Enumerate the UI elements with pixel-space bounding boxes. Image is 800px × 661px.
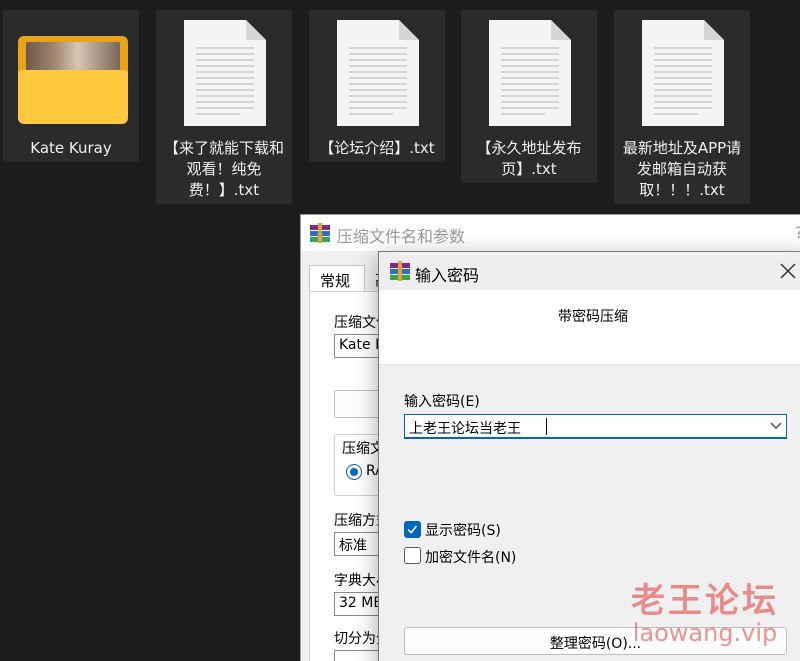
encrypt-filenames-checkbox[interactable] bbox=[404, 547, 421, 564]
close-icon bbox=[780, 263, 796, 279]
show-password-checkbox[interactable] bbox=[404, 521, 421, 538]
text-caret bbox=[546, 418, 547, 435]
file-name: Kate Kuray bbox=[30, 139, 112, 157]
folder-icon bbox=[3, 10, 139, 128]
password-dialog-title: 输入密码 bbox=[415, 266, 480, 285]
file-name: 【永久地址发布页】.txt bbox=[476, 139, 582, 178]
file-name: 【论坛介绍】.txt bbox=[319, 139, 435, 157]
watermark-text: 老王论坛 bbox=[631, 581, 779, 621]
password-input[interactable]: 上老王论坛当老王 bbox=[404, 414, 787, 439]
text-file-icon bbox=[309, 10, 445, 128]
checkmark-icon bbox=[407, 525, 418, 534]
file-tile-text[interactable]: 【来了就能下载和观看！纯免费！】.txt bbox=[156, 10, 292, 204]
chevron-down-icon[interactable] bbox=[770, 422, 782, 430]
show-password-label[interactable]: 显示密码(S) bbox=[425, 520, 501, 540]
text-file-icon bbox=[461, 10, 597, 128]
winrar-icon bbox=[310, 223, 330, 243]
file-name: 【来了就能下载和观看！纯免费！】.txt bbox=[163, 139, 284, 199]
archive-dialog-titlebar[interactable]: 压缩文件名和参数 ? bbox=[301, 215, 800, 251]
text-file-icon bbox=[156, 10, 292, 128]
password-label: 输入密码(E) bbox=[404, 394, 480, 410]
file-tile-text[interactable]: 最新地址及APP请发邮箱自动获取！！！.txt bbox=[614, 10, 750, 204]
close-button[interactable] bbox=[775, 258, 800, 284]
password-dialog-titlebar[interactable]: 输入密码 bbox=[379, 252, 800, 290]
password-value: 上老王论坛当老王 bbox=[409, 421, 521, 437]
file-tile-folder[interactable]: Kate Kuray bbox=[3, 10, 139, 162]
file-name: 最新地址及APP请发邮箱自动获取！！！.txt bbox=[622, 139, 742, 199]
archive-dialog-title: 压缩文件名和参数 bbox=[337, 227, 466, 246]
rar-format-radio[interactable] bbox=[346, 464, 362, 480]
file-tile-text[interactable]: 【论坛介绍】.txt bbox=[309, 10, 445, 162]
help-button[interactable]: ? bbox=[795, 223, 800, 242]
encrypt-filenames-label[interactable]: 加密文件名(N) bbox=[425, 547, 516, 567]
password-dialog-header: 带密码压缩 bbox=[558, 309, 628, 325]
tab-general[interactable]: 常规 bbox=[309, 265, 365, 293]
desktop: Kate Kuray 【来了就能下载和观看！纯免费！】.txt 【论坛介绍】.t… bbox=[0, 0, 800, 661]
watermark-url: laowang.vip bbox=[632, 619, 778, 647]
winrar-icon bbox=[390, 261, 410, 281]
watermark: 老王论坛 laowang.vip bbox=[612, 582, 798, 646]
file-tile-text[interactable]: 【永久地址发布页】.txt bbox=[461, 10, 597, 183]
text-file-icon bbox=[614, 10, 750, 128]
